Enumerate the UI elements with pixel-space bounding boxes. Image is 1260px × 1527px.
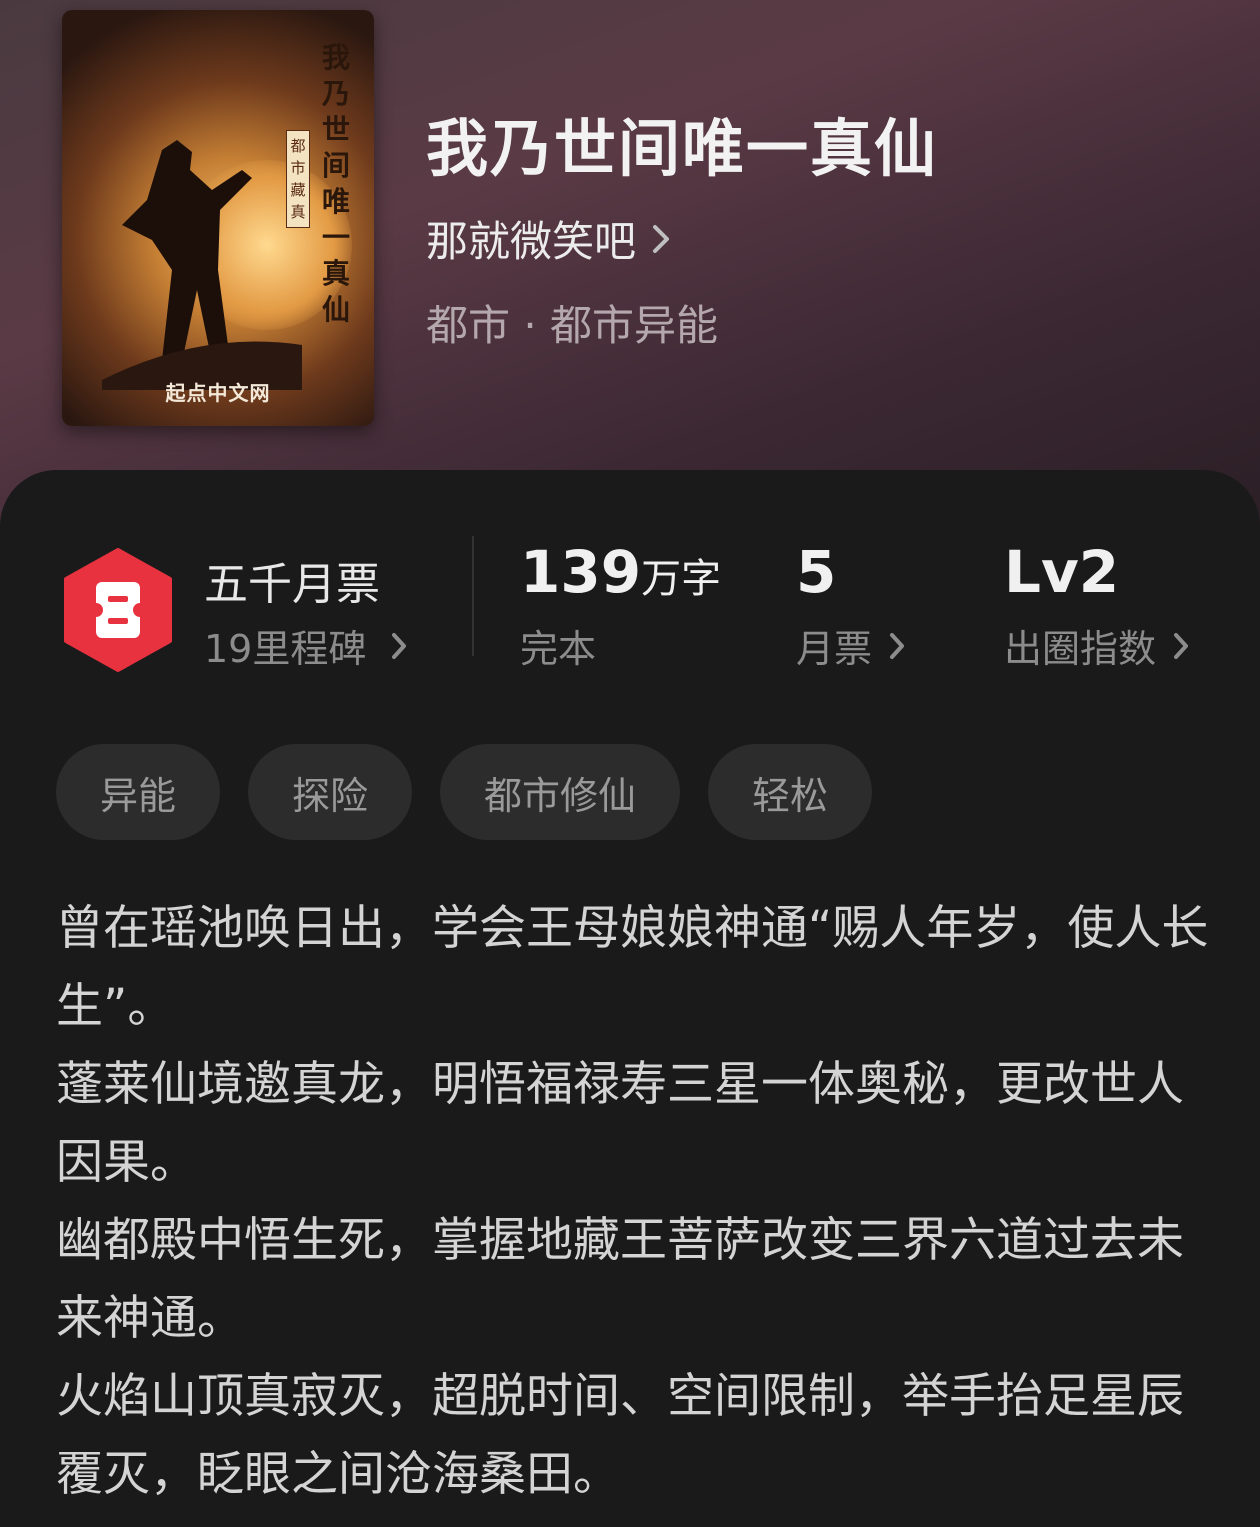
book-category: 都市 · 都市异能: [426, 301, 719, 350]
influence-index-stat[interactable]: Lv2 出圈指数: [1004, 538, 1190, 673]
tag-chip[interactable]: 都市修仙: [440, 744, 681, 840]
book-description[interactable]: 曾在瑶池唤日出，学会王母娘娘神通“赐人年岁，使人长生”。 蓬莱仙境邀真龙，明悟福…: [56, 890, 1216, 1514]
monthly-ticket-badge-icon[interactable]: [62, 548, 174, 672]
author-link[interactable]: 那就微笑吧: [426, 208, 672, 269]
description-paragraph: 曾在瑶池唤日出，学会王母娘娘神通“赐人年岁，使人长生”。: [56, 901, 1209, 1034]
chevron-right-icon: [1174, 632, 1189, 659]
cover-vertical-title: 我乃世间唯一真仙: [321, 41, 350, 326]
cover-publisher: 起点中文网: [165, 381, 271, 405]
milestone-label: 19里程碑: [204, 627, 367, 671]
description-paragraph: 幽都殿中悟生死，掌握地藏王菩萨改变三界六道过去未来神通。: [56, 1213, 1184, 1346]
chevron-right-icon: [392, 632, 407, 659]
monthly-tickets-stat[interactable]: 5 月票: [796, 538, 906, 673]
tag-chip[interactable]: 轻松: [708, 744, 873, 840]
monthly-tickets-label-row: 月票: [796, 618, 906, 673]
influence-index-value: Lv2: [1004, 538, 1120, 606]
chevron-right-icon: [890, 632, 905, 659]
book-cover[interactable]: 我乃世间唯一真仙 都市藏真 起点中文网: [62, 10, 374, 426]
completion-status: 完本: [520, 627, 597, 671]
word-count-value: 139万字: [520, 538, 722, 606]
influence-index-label: 出圈指数: [1004, 627, 1157, 671]
monthly-tickets-value: 5: [796, 538, 837, 606]
tag-chip[interactable]: 探险: [248, 744, 413, 840]
cover-figure-illustration: [102, 140, 302, 390]
tag-list: 异能 探险 都市修仙 轻松: [56, 744, 873, 840]
book-title: 我乃世间唯一真仙: [426, 112, 939, 185]
tag-chip[interactable]: 异能: [56, 744, 221, 840]
monthly-tickets-label: 月票: [796, 627, 873, 671]
chevron-right-icon: [653, 224, 670, 253]
badge-title: 五千月票: [204, 559, 380, 610]
author-name: 那就微笑吧: [426, 217, 637, 266]
description-paragraph: 蓬莱仙境邀真龙，明悟福禄寿三星一体奥秘，更改世人因果。: [56, 1057, 1184, 1190]
stats-divider: [472, 536, 474, 656]
milestone-link[interactable]: 19里程碑: [204, 618, 408, 673]
cover-vertical-label: 都市藏真: [286, 130, 310, 228]
influence-index-label-row: 出圈指数: [1004, 618, 1190, 673]
word-count-stat: 139万字 完本: [520, 538, 721, 673]
description-paragraph: 火焰山顶真寂灭，超脱时间、空间限制，举手抬足星辰覆灭，眨眼之间沧海桑田。: [56, 1369, 1184, 1502]
